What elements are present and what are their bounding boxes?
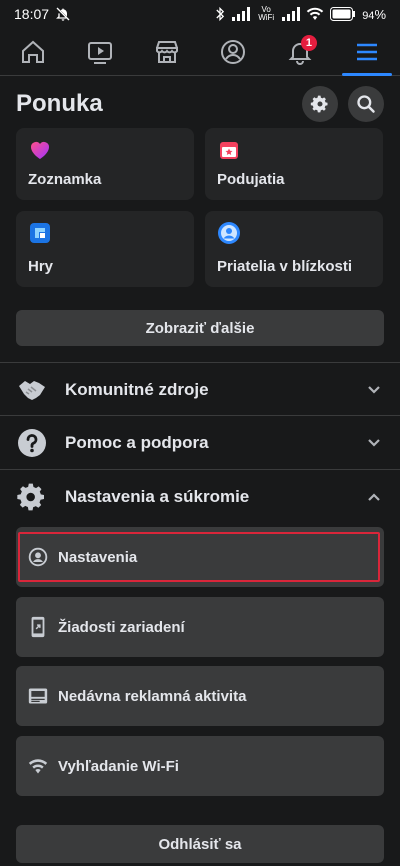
tile-label: Priatelia v blízkosti [217,258,353,275]
nav-profile[interactable] [208,30,258,74]
settings-button[interactable] [302,86,338,122]
wifi-icon [28,759,48,774]
wifi-status-icon [306,7,324,20]
nav-menu[interactable] [341,30,392,76]
signal-icon-2 [282,7,301,21]
battery-icon [330,7,356,21]
chevron-down-icon [368,439,380,447]
tile-label: Hry [28,258,54,275]
home-icon [22,40,45,63]
bluetooth-icon [216,6,225,22]
status-bar: 18:07 Vo WiFi 94% [0,0,400,28]
nav-marketplace[interactable] [142,30,192,74]
page-header: Ponuka [16,84,384,124]
notification-badge: 1 [300,34,317,51]
logout-button[interactable]: Odhlásiť sa [16,825,384,863]
mute-bell-icon [56,7,70,21]
marketplace-icon [155,40,178,63]
section-help-support[interactable]: Pomoc a podpora [16,418,384,468]
chevron-down-icon [368,386,380,394]
gear-icon [17,483,44,511]
tile-label: Zoznamka [28,171,102,188]
section-settings-privacy[interactable]: Nastavenia a súkromie [16,472,384,522]
tile-nearby-friends[interactable]: Priatelia v blízkosti [205,211,383,287]
divider [0,469,400,470]
tile-events[interactable]: Podujatia [205,128,383,200]
vowifi-label: Vo WiFi [258,5,275,22]
nearby-friends-icon [218,222,240,244]
tile-label: Podujatia [217,171,285,188]
see-more-button[interactable]: Zobraziť ďalšie [16,310,384,346]
help-icon [18,429,46,457]
handshake-icon [19,381,45,400]
nav-video[interactable] [75,30,125,74]
divider [0,362,400,363]
tile-dating[interactable]: Zoznamka [16,128,194,200]
account-circle-icon [28,547,48,567]
search-button[interactable] [348,86,384,122]
device-requests-icon [31,616,45,638]
settings-item-device-requests[interactable]: Žiadosti zariadení [16,597,384,657]
games-icon [30,223,50,243]
section-community-resources[interactable]: Komunitné zdroje [16,365,384,415]
settings-item-ad-activity[interactable]: Nedávna reklamná aktivita [16,666,384,726]
nav-home[interactable] [8,30,58,74]
nav-notifications[interactable]: 1 [275,30,325,74]
divider [0,415,400,416]
signal-icon [232,7,251,21]
tile-games[interactable]: Hry [16,211,194,287]
chevron-up-icon [368,493,380,501]
settings-item-wifi-finder[interactable]: Vyhľadanie Wi-Fi [16,736,384,796]
profile-icon [221,39,246,64]
battery-level: 94% [362,6,386,22]
menu-icon [356,43,377,60]
settings-item-settings[interactable]: Nastavenia [16,527,384,587]
ad-activity-icon [28,688,48,704]
clock: 18:07 [14,6,50,22]
calendar-star-icon [220,142,238,159]
heart-icon [31,142,49,159]
top-navigation: 1 [0,28,400,76]
search-icon [357,95,375,113]
page-title: Ponuka [16,90,103,117]
video-icon [87,41,112,64]
gear-icon [310,95,328,113]
